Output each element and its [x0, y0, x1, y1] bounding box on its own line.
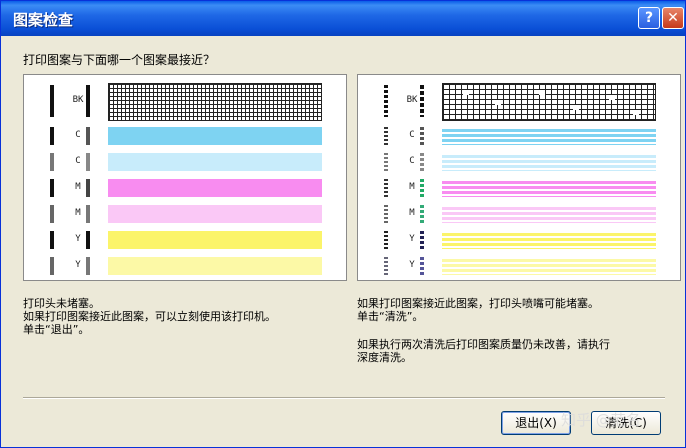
row-label: M	[75, 182, 81, 192]
pattern-row-light-yellow: Y	[24, 255, 346, 277]
pattern-row-light-cyan: C	[358, 151, 680, 173]
light-cyan-band	[108, 153, 322, 171]
right-desc-line2: 单击“清洗”。	[357, 310, 424, 323]
right-desc-line4: 深度清洗。	[357, 351, 412, 364]
left-desc-line1: 打印头未堵塞。	[23, 297, 100, 310]
nozzle-tick	[50, 205, 54, 223]
nozzle-tick	[384, 205, 388, 223]
yellow-band	[108, 231, 322, 249]
separator	[23, 397, 665, 399]
light-magenta-band-striped	[442, 205, 656, 223]
row-label: Y	[409, 234, 415, 244]
left-desc-line2: 如果打印图案接近此图案，可以立刻使用该打印机。	[23, 310, 276, 323]
missing-dot	[573, 105, 579, 110]
nozzle-tick	[420, 179, 424, 197]
missing-dot	[495, 100, 501, 105]
yellow-band-striped	[442, 231, 656, 249]
nozzle-tick	[384, 257, 388, 275]
pattern-check-dialog: 图案检查 ? ✕ 打印图案与下面哪一个图案最接近？ BK C C M M Y Y…	[0, 0, 686, 448]
row-label: C	[75, 130, 81, 140]
nozzle-tick	[384, 153, 388, 171]
row-label: C	[409, 156, 415, 166]
pattern-row-light-magenta: M	[24, 203, 346, 225]
missing-dot	[463, 90, 469, 95]
light-yellow-band-striped	[442, 257, 656, 275]
nozzle-tick	[86, 257, 90, 275]
nozzle-tick	[50, 257, 54, 275]
pattern-row-light-yellow: Y	[358, 255, 680, 277]
nozzle-tick	[384, 179, 388, 197]
pattern-row-light-magenta: M	[358, 203, 680, 225]
nozzle-tick	[50, 127, 54, 145]
pattern-good-panel[interactable]: BK C C M M Y Y	[23, 74, 347, 281]
row-label: BK	[406, 95, 418, 105]
pattern-row-yellow: Y	[24, 229, 346, 251]
missing-dot	[609, 95, 615, 100]
pattern-row-light-cyan: C	[24, 151, 346, 173]
nozzle-tick	[50, 85, 54, 117]
nozzle-tick	[86, 127, 90, 145]
row-label: BK	[72, 95, 84, 105]
black-grid-pattern	[108, 83, 322, 121]
row-label: M	[75, 208, 81, 218]
row-label: M	[409, 182, 415, 192]
question-text: 打印图案与下面哪一个图案最接近？	[23, 53, 216, 67]
close-button[interactable]: ✕	[662, 7, 684, 29]
nozzle-tick	[86, 179, 90, 197]
clean-button[interactable]: 清洗(C)	[591, 411, 661, 435]
nozzle-tick	[384, 231, 388, 249]
row-label: C	[409, 130, 415, 140]
nozzle-tick	[384, 127, 388, 145]
pattern-row-cyan: C	[358, 125, 680, 147]
window-title: 图案检查	[13, 11, 74, 29]
nozzle-tick	[420, 127, 424, 145]
nozzle-tick	[50, 153, 54, 171]
pattern-row-bk: BK	[358, 81, 680, 121]
title-bar[interactable]: 图案检查 ? ✕	[1, 1, 685, 36]
pattern-row-bk: BK	[24, 81, 346, 121]
magenta-band	[108, 179, 322, 197]
missing-dot	[633, 110, 639, 115]
nozzle-tick	[420, 205, 424, 223]
light-cyan-band-striped	[442, 153, 656, 171]
nozzle-tick	[86, 205, 90, 223]
pattern-clogged-panel[interactable]: BK C C M M Y Y	[357, 74, 681, 281]
light-magenta-band	[108, 205, 322, 223]
pattern-row-magenta: M	[24, 177, 346, 199]
nozzle-tick	[384, 85, 388, 117]
cyan-band-striped	[442, 127, 656, 145]
help-button[interactable]: ?	[638, 7, 660, 29]
nozzle-tick	[86, 153, 90, 171]
row-label: Y	[75, 260, 81, 270]
missing-dot	[539, 90, 545, 95]
pattern-row-magenta: M	[358, 177, 680, 199]
row-label: Y	[409, 260, 415, 270]
exit-button[interactable]: 退出(X)	[501, 411, 571, 435]
nozzle-tick	[420, 153, 424, 171]
nozzle-tick	[86, 231, 90, 249]
magenta-band-striped	[442, 179, 656, 197]
nozzle-tick	[420, 231, 424, 249]
left-desc-line3: 单击“退出”。	[23, 323, 90, 336]
nozzle-tick	[420, 85, 424, 117]
light-yellow-band	[108, 257, 322, 275]
nozzle-tick	[420, 257, 424, 275]
row-label: Y	[75, 234, 81, 244]
pattern-row-yellow: Y	[358, 229, 680, 251]
nozzle-tick	[50, 179, 54, 197]
pattern-row-cyan: C	[24, 125, 346, 147]
row-label: M	[409, 208, 415, 218]
right-desc-line1: 如果打印图案接近此图案，打印头喷嘴可能堵塞。	[357, 297, 599, 310]
nozzle-tick	[86, 85, 90, 117]
row-label: C	[75, 156, 81, 166]
nozzle-tick	[50, 231, 54, 249]
cyan-band	[108, 127, 322, 145]
right-desc-line3: 如果执行两次清洗后打印图案质量仍未改善，请执行	[357, 338, 610, 351]
black-grid-pattern-broken	[442, 83, 656, 121]
